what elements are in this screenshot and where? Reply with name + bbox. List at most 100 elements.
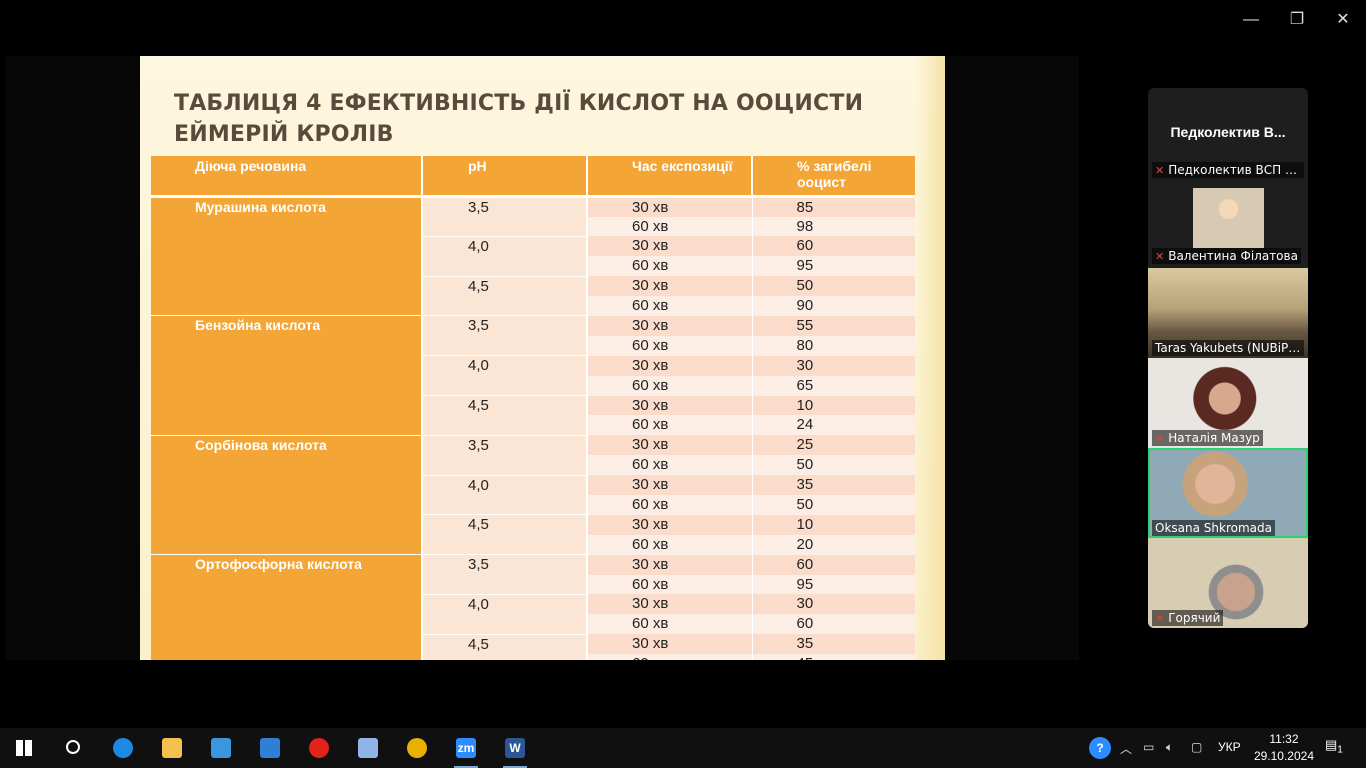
language-indicator[interactable]: УКР	[1218, 740, 1241, 754]
mail-app[interactable]	[256, 734, 284, 762]
windows-icon	[16, 740, 32, 756]
table-row: Ортофосфорна кислота 3,5 30 хв 60	[151, 554, 915, 660]
close-icon[interactable]: ✕	[1330, 8, 1356, 32]
store-icon	[211, 738, 231, 758]
ph-cell: 3,5	[422, 315, 588, 357]
shared-screen: ТАБЛИЦЯ 4 ЕФЕКТИВНІСТЬ ДІЇ КИСЛОТ НА ООЦ…	[6, 56, 1079, 660]
screen: — ❐ ✕ ТАБЛИЦЯ 4 ЕФЕКТИВНІСТЬ ДІЇ КИСЛОТ …	[0, 0, 1366, 768]
search-icon	[66, 740, 80, 754]
percent-cell: 60	[752, 554, 915, 575]
ph-cell: 3,5	[422, 435, 588, 476]
time-cell: 60 хв	[587, 256, 753, 277]
magnifier-tool-icon	[358, 738, 378, 758]
time-cell: 60 хв	[587, 574, 753, 595]
time-cell: 30 хв	[587, 395, 753, 416]
zoom-help-icon[interactable]: ?	[1089, 737, 1111, 759]
chrome-icon	[407, 738, 427, 758]
presentation-slide: ТАБЛИЦЯ 4 ЕФЕКТИВНІСТЬ ДІЇ КИСЛОТ НА ООЦ…	[140, 56, 945, 660]
ph-cell: 4,0	[422, 236, 588, 277]
chevron-up-icon[interactable]: ︿	[1120, 740, 1132, 757]
time-cell: 60 хв	[587, 296, 753, 316]
participant-name-text: Наталія Мазур	[1168, 431, 1260, 445]
explorer-app[interactable]	[158, 734, 186, 762]
percent-cell: 50	[752, 455, 915, 476]
clock[interactable]: 11:32 29.10.2024	[1254, 731, 1314, 765]
participant-name: ✕ Педколектив ВСП КФ...	[1152, 162, 1304, 178]
network-icon[interactable]: ▢	[1191, 740, 1202, 754]
time-cell: 30 хв	[587, 315, 753, 336]
search-button[interactable]	[58, 734, 86, 762]
tool-app[interactable]	[354, 734, 382, 762]
percent-cell: 60	[752, 614, 915, 635]
participant-name-text: Педколектив ВСП КФ...	[1168, 163, 1304, 177]
participant-name-text: Taras Yakubets (NUBiP o...	[1155, 341, 1304, 355]
ph-cell: 4,5	[422, 395, 588, 436]
ph-cell: 4,0	[422, 355, 588, 397]
percent-cell: 98	[752, 216, 915, 237]
percent-cell: 30	[752, 355, 915, 376]
ph-cell: 4,5	[422, 276, 588, 317]
participant-tile[interactable]: Oksana Shkromada	[1148, 448, 1308, 538]
store-app[interactable]	[207, 734, 235, 762]
edge-icon	[113, 738, 133, 758]
participant-name-text: Oksana Shkromada	[1155, 521, 1272, 535]
edge-app[interactable]	[109, 734, 137, 762]
participant-name: ✕ Горячий	[1152, 610, 1224, 626]
time-cell: 30 хв	[587, 514, 753, 535]
ph-cell: 4,0	[422, 594, 588, 635]
participant-tile[interactable]: ✕ Наталія Мазур	[1148, 358, 1308, 448]
percent-cell: 30	[752, 594, 915, 615]
mail-icon	[260, 738, 280, 758]
time-cell: 60 хв	[587, 614, 753, 635]
muted-mic-icon: ✕	[1155, 432, 1165, 445]
percent-cell: 25	[752, 435, 915, 456]
header-substance: Діюча речовина	[151, 156, 423, 198]
battery-icon[interactable]: ▭	[1143, 740, 1154, 754]
participant-tile[interactable]: ✕ Педколектив ВСП КФ...	[1148, 152, 1308, 180]
participant-name: ✕ Валентина Філатова	[1152, 248, 1301, 264]
percent-cell: 10	[752, 514, 915, 535]
speaker-icon[interactable]: 🔈︎	[1166, 740, 1173, 755]
substance-cell: Сорбінова кислота	[151, 435, 423, 556]
ph-cell: 4,0	[422, 475, 588, 516]
percent-cell: 10	[752, 395, 915, 416]
time-cell: 60 хв	[587, 335, 753, 356]
percent-cell: 95	[752, 574, 915, 595]
participant-tile[interactable]: Taras Yakubets (NUBiP o...	[1148, 268, 1308, 358]
opera-app[interactable]	[305, 734, 333, 762]
results-table: Діюча речовина pH Час експозиції % загиб…	[151, 156, 915, 660]
participant-video	[1193, 188, 1264, 248]
participant-tile[interactable]: ✕ Валентина Філатова	[1148, 186, 1308, 266]
participant-name-text: Горячий	[1168, 611, 1221, 625]
time-cell: 60 хв	[587, 375, 753, 396]
table-row: Бензойна кислота 3,5 30 хв 55	[151, 315, 915, 436]
percent-cell: 85	[752, 196, 915, 217]
percent-cell: 24	[752, 415, 915, 436]
time-cell: 60 хв	[587, 455, 753, 476]
zoom-app[interactable]: zm	[452, 734, 480, 768]
chrome-app[interactable]	[403, 734, 431, 762]
percent-cell: 35	[752, 475, 915, 495]
participant-tile[interactable]: ✕ Горячий	[1148, 538, 1308, 628]
percent-cell: 45	[752, 654, 915, 660]
participant-name: Oksana Shkromada	[1152, 520, 1275, 536]
participant-name: Taras Yakubets (NUBiP o...	[1152, 340, 1304, 356]
restore-icon[interactable]: ❐	[1284, 8, 1310, 32]
table-header-row: Діюча речовина pH Час експозиції % загиб…	[151, 156, 915, 198]
word-app[interactable]: W	[501, 734, 529, 768]
start-button[interactable]	[10, 734, 38, 762]
substance-cell: Ортофосфорна кислота	[151, 554, 423, 660]
zoom-icon: zm	[456, 738, 476, 758]
ph-cell: 4,5	[422, 514, 588, 556]
header-ph: pH	[422, 156, 588, 198]
notifications-icon[interactable]: ▤1	[1325, 737, 1343, 756]
table-row: Сорбінова кислота 3,5 30 хв 25	[151, 435, 915, 556]
opera-icon	[309, 738, 329, 758]
participant-name-text: Валентина Філатова	[1168, 249, 1298, 263]
substance-cell: Мурашина кислота	[151, 196, 423, 317]
minimize-icon[interactable]: —	[1238, 8, 1264, 32]
participants-title: Педколектив В...	[1170, 124, 1286, 140]
time-cell: 60 хв	[587, 415, 753, 436]
ph-cell: 3,5	[422, 196, 588, 237]
clock-time: 11:32	[1269, 732, 1299, 746]
